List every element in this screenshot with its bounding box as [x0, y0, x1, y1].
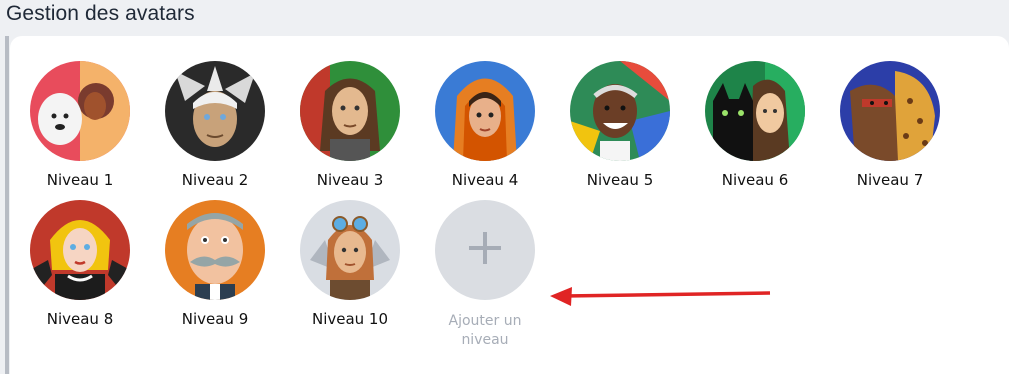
- avatar-label: Niveau 2: [181, 171, 249, 189]
- avatar-item-level-4[interactable]: Niveau 4: [425, 61, 545, 189]
- avatar-item-level-1[interactable]: Niveau 1: [20, 61, 140, 189]
- plus-icon: [467, 230, 503, 271]
- avatar-label: Niveau 8: [46, 310, 114, 328]
- add-level-label: Ajouter un niveau: [448, 313, 522, 348]
- avatar-item-level-9[interactable]: Niveau 9: [155, 200, 275, 328]
- avatar-portrait-smiling-man-icon[interactable]: [570, 61, 670, 161]
- add-level-item[interactable]: Ajouter un niveau: [425, 200, 545, 350]
- add-level-button[interactable]: [435, 200, 535, 300]
- avatars-panel: Niveau 1 Niveau 2 Niveau 3 Niveau 4 Nive…: [10, 36, 1009, 374]
- avatar-label: Niveau 5: [586, 171, 654, 189]
- avatar-item-level-8[interactable]: Niveau 8: [20, 200, 140, 328]
- avatar-portrait-man-with-mustache-icon[interactable]: [165, 200, 265, 300]
- avatar-label: Niveau 7: [856, 171, 924, 189]
- avatar-portrait-long-haired-man-icon[interactable]: [300, 61, 400, 161]
- avatar-item-level-5[interactable]: Niveau 5: [560, 61, 680, 189]
- avatar-portrait-woman-with-dog-icon[interactable]: [30, 61, 130, 161]
- arrow-left-icon: [550, 287, 771, 306]
- avatar-portrait-girl-in-hood-icon[interactable]: [435, 61, 535, 161]
- avatar-label: Niveau 6: [721, 171, 789, 189]
- avatar-label: Niveau 10: [311, 310, 389, 328]
- page-title: Gestion des avatars: [6, 2, 195, 25]
- avatar-portrait-white-haired-man-icon[interactable]: [165, 61, 265, 161]
- avatar-portrait-woman-with-black-cat-icon[interactable]: [705, 61, 805, 161]
- avatar-label: Niveau 4: [451, 171, 519, 189]
- avatar-label: Niveau 1: [46, 171, 114, 189]
- avatar-item-level-10[interactable]: Niveau 10: [290, 200, 410, 328]
- avatar-item-level-7[interactable]: Niveau 7: [830, 61, 950, 189]
- avatar-portrait-aviator-woman-icon[interactable]: [300, 200, 400, 300]
- avatar-portrait-man-with-cheetah-icon[interactable]: [840, 61, 940, 161]
- avatar-label: Niveau 3: [316, 171, 384, 189]
- left-rule: [5, 36, 9, 374]
- avatar-label: Niveau 9: [181, 310, 249, 328]
- avatar-portrait-blonde-woman-icon[interactable]: [30, 200, 130, 300]
- avatar-item-level-6[interactable]: Niveau 6: [695, 61, 815, 189]
- avatar-item-level-3[interactable]: Niveau 3: [290, 61, 410, 189]
- avatar-item-level-2[interactable]: Niveau 2: [155, 61, 275, 189]
